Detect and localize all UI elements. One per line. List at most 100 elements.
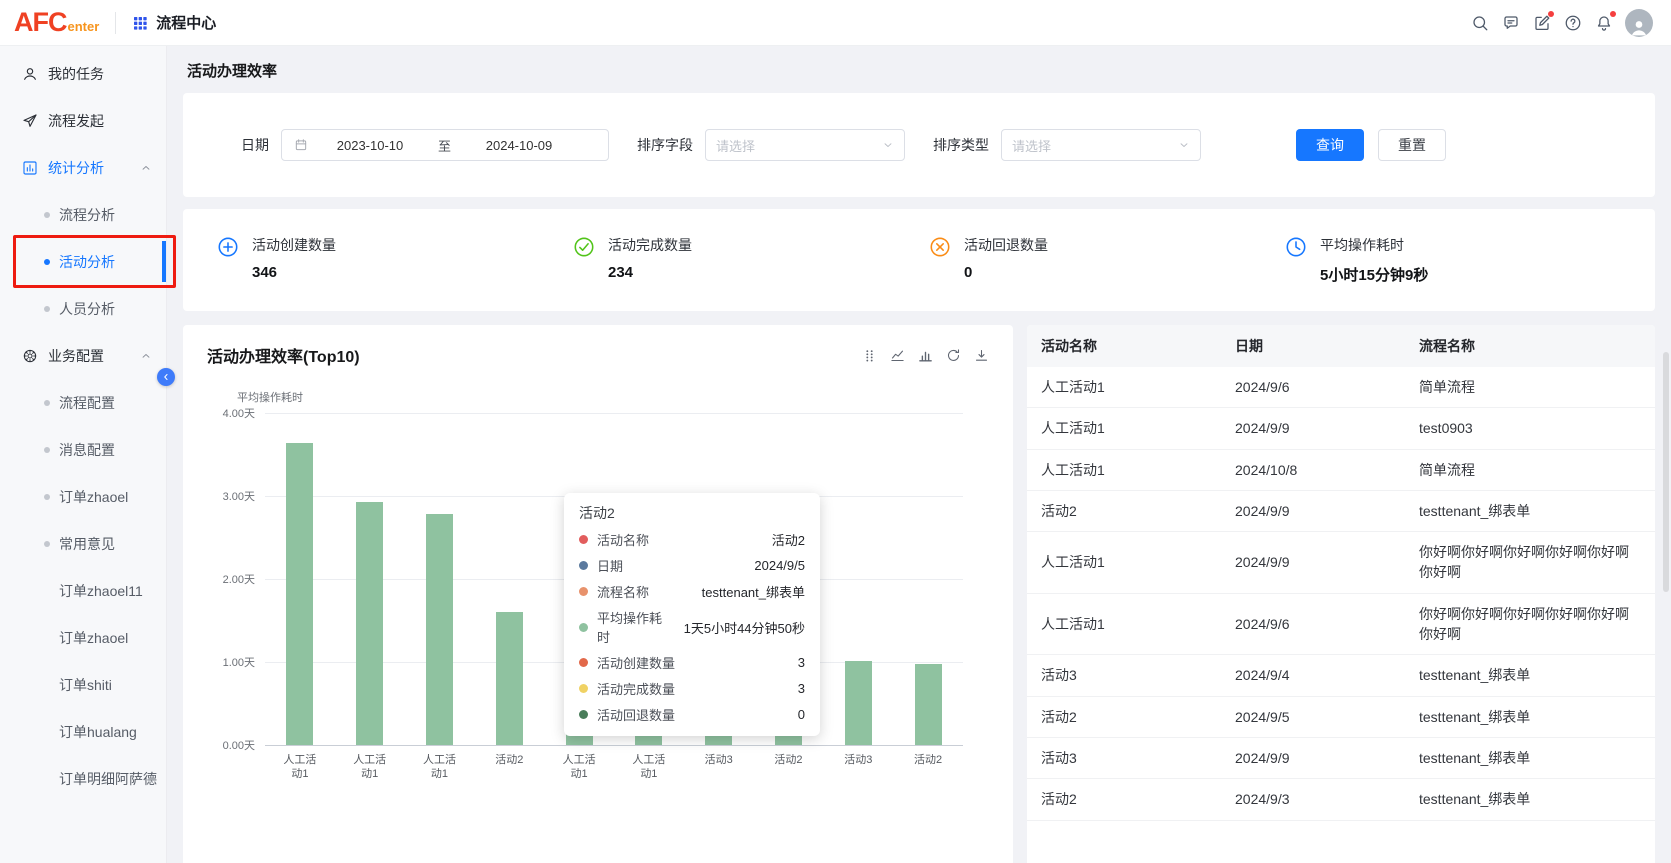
- sidebar: 我的任务流程发起统计分析流程分析活动分析人员分析业务配置流程配置消息配置订单zh…: [0, 46, 167, 863]
- sidebar-subitem-订单zhaoel[interactable]: 订单zhaoel: [0, 473, 166, 520]
- chart-bar[interactable]: [426, 514, 453, 745]
- sidebar-item-我的任务[interactable]: 我的任务: [0, 50, 166, 97]
- stat-text: 平均操作耗时5小时15分钟9秒: [1320, 235, 1428, 285]
- sidebar-item-label: 统计分析: [48, 158, 130, 178]
- chart-bar[interactable]: [356, 502, 383, 745]
- app-entry[interactable]: 流程中心: [132, 12, 216, 33]
- sidebar-subitem-常用意见[interactable]: 常用意见: [0, 520, 166, 567]
- x-slot: 活动2: [754, 753, 824, 782]
- sidebar-subitem-label: 流程配置: [59, 393, 115, 413]
- table-cell: 2024/10/8: [1221, 449, 1405, 490]
- compose-icon[interactable]: [1533, 14, 1551, 32]
- download-icon[interactable]: [974, 348, 989, 363]
- tooltip-label: 平均操作耗时: [597, 608, 674, 646]
- stat-item-1: 活动完成数量234: [563, 235, 919, 285]
- chart-toolbar: [862, 348, 989, 363]
- x-axis-label: 人工活动1: [629, 753, 669, 782]
- bullet-spacer: [44, 635, 50, 641]
- chart-bar[interactable]: [286, 443, 313, 745]
- stat-item-2: 活动回退数量0: [919, 235, 1275, 285]
- chart-bar[interactable]: [915, 664, 942, 745]
- sidebar-subitem-label: 活动分析: [59, 252, 115, 272]
- refresh-icon[interactable]: [946, 348, 961, 363]
- table-row: 活动22024/9/5testtenant_绑表单: [1027, 696, 1655, 737]
- tooltip-row: 日期2024/9/5: [579, 556, 805, 575]
- x-axis-label: 人工活动1: [559, 753, 599, 782]
- gear-icon: [22, 348, 38, 364]
- table-cell: testtenant_绑表单: [1405, 779, 1655, 820]
- chart-icon: [22, 160, 38, 176]
- table-header-row: 活动名称日期流程名称: [1027, 325, 1655, 367]
- bell-icon[interactable]: [1595, 14, 1613, 32]
- x-slot: 人工活动1: [405, 753, 475, 782]
- help-icon[interactable]: [1564, 14, 1582, 32]
- sidebar-item-统计分析[interactable]: 统计分析: [0, 144, 166, 191]
- table-cell: test0903: [1405, 408, 1655, 449]
- tooltip-label: 活动回退数量: [597, 705, 675, 724]
- sidebar-subitem-订单zhaoel11[interactable]: 订单zhaoel11: [0, 567, 166, 614]
- sidebar-subitem-流程分析[interactable]: 流程分析: [0, 191, 166, 238]
- sidebar-item-业务配置[interactable]: 业务配置: [0, 332, 166, 379]
- x-axis-label: 活动3: [838, 753, 878, 782]
- x-slot: 人工活动1: [265, 753, 335, 782]
- stat-text: 活动创建数量346: [252, 235, 336, 285]
- bar-slot: [405, 413, 475, 745]
- date-start-input[interactable]: [316, 138, 424, 153]
- bar-chart-icon[interactable]: [918, 348, 933, 363]
- sidebar-subitem-订单明细阿萨德[interactable]: 订单明细阿萨德: [0, 755, 166, 802]
- chart-bar[interactable]: [845, 661, 872, 745]
- sidebar-collapse-button[interactable]: [157, 368, 175, 386]
- x-slot: 人工活动1: [544, 753, 614, 782]
- sidebar-subitem-订单hualang[interactable]: 订单hualang: [0, 708, 166, 755]
- notification-dot: [1548, 11, 1554, 17]
- stat-text: 活动回退数量0: [964, 235, 1048, 285]
- line-chart-icon[interactable]: [890, 348, 905, 363]
- table-cell: 2024/9/9: [1221, 490, 1405, 531]
- data-view-icon[interactable]: [862, 348, 877, 363]
- bullet-spacer: [44, 776, 50, 782]
- logo-text-main: AFC: [14, 7, 67, 38]
- bullet-dot: [44, 259, 50, 265]
- sidebar-item-流程发起[interactable]: 流程发起: [0, 97, 166, 144]
- sidebar-subitem-流程配置[interactable]: 流程配置: [0, 379, 166, 426]
- tooltip-label: 活动创建数量: [597, 653, 675, 672]
- sidebar-subitem-人员分析[interactable]: 人员分析: [0, 285, 166, 332]
- chart-bar[interactable]: [496, 612, 523, 745]
- date-end-input[interactable]: [465, 138, 573, 153]
- chart-card: 活动办理效率(Top10) 平均操作耗时 4.00天3.00天2.00天1.00…: [183, 325, 1013, 863]
- app-grid-icon[interactable]: [132, 15, 148, 31]
- user-icon: [22, 66, 38, 82]
- sidebar-subitem-订单shiti[interactable]: 订单shiti: [0, 661, 166, 708]
- table-row: 活动22024/9/9testtenant_绑表单: [1027, 490, 1655, 531]
- stat-label: 平均操作耗时: [1320, 235, 1428, 255]
- tooltip-row: 活动创建数量 3: [579, 653, 805, 672]
- bar-slot: [893, 413, 963, 745]
- table-cell: 人工活动1: [1027, 449, 1221, 490]
- x-axis-label: 人工活动1: [419, 753, 459, 782]
- stat-value: 234: [608, 264, 692, 281]
- page-title-bar: 活动办理效率: [167, 46, 1671, 93]
- table-cell: 2024/9/6: [1221, 593, 1405, 655]
- clock-icon: [1285, 236, 1307, 258]
- ai-assistant-icon[interactable]: [1502, 14, 1520, 32]
- date-range-picker[interactable]: 至: [281, 129, 609, 161]
- x-slot: 活动2: [474, 753, 544, 782]
- y-axis-label: 1.00天: [207, 654, 255, 670]
- send-icon: [22, 113, 38, 129]
- sort-type-select[interactable]: 请选择: [1001, 129, 1201, 161]
- query-button[interactable]: 查询: [1296, 129, 1364, 161]
- sidebar-subitem-消息配置[interactable]: 消息配置: [0, 426, 166, 473]
- sidebar-subitem-订单zhaoel[interactable]: 订单zhaoel: [0, 614, 166, 661]
- search-icon[interactable]: [1471, 14, 1489, 32]
- user-avatar[interactable]: [1625, 9, 1653, 37]
- reset-button[interactable]: 重置: [1378, 129, 1446, 161]
- page-scrollbar-thumb[interactable]: [1663, 352, 1669, 592]
- tooltip-value: 3: [788, 655, 805, 670]
- sort-field-select[interactable]: 请选择: [705, 129, 905, 161]
- x-axis-label: 人工活动1: [280, 753, 320, 782]
- sidebar-subitem-活动分析[interactable]: 活动分析: [0, 238, 166, 285]
- y-axis-title: 平均操作耗时: [237, 389, 989, 405]
- tooltip-value: testtenant_绑表单: [692, 582, 805, 601]
- series-dot: [579, 587, 588, 596]
- series-dot: [579, 710, 588, 719]
